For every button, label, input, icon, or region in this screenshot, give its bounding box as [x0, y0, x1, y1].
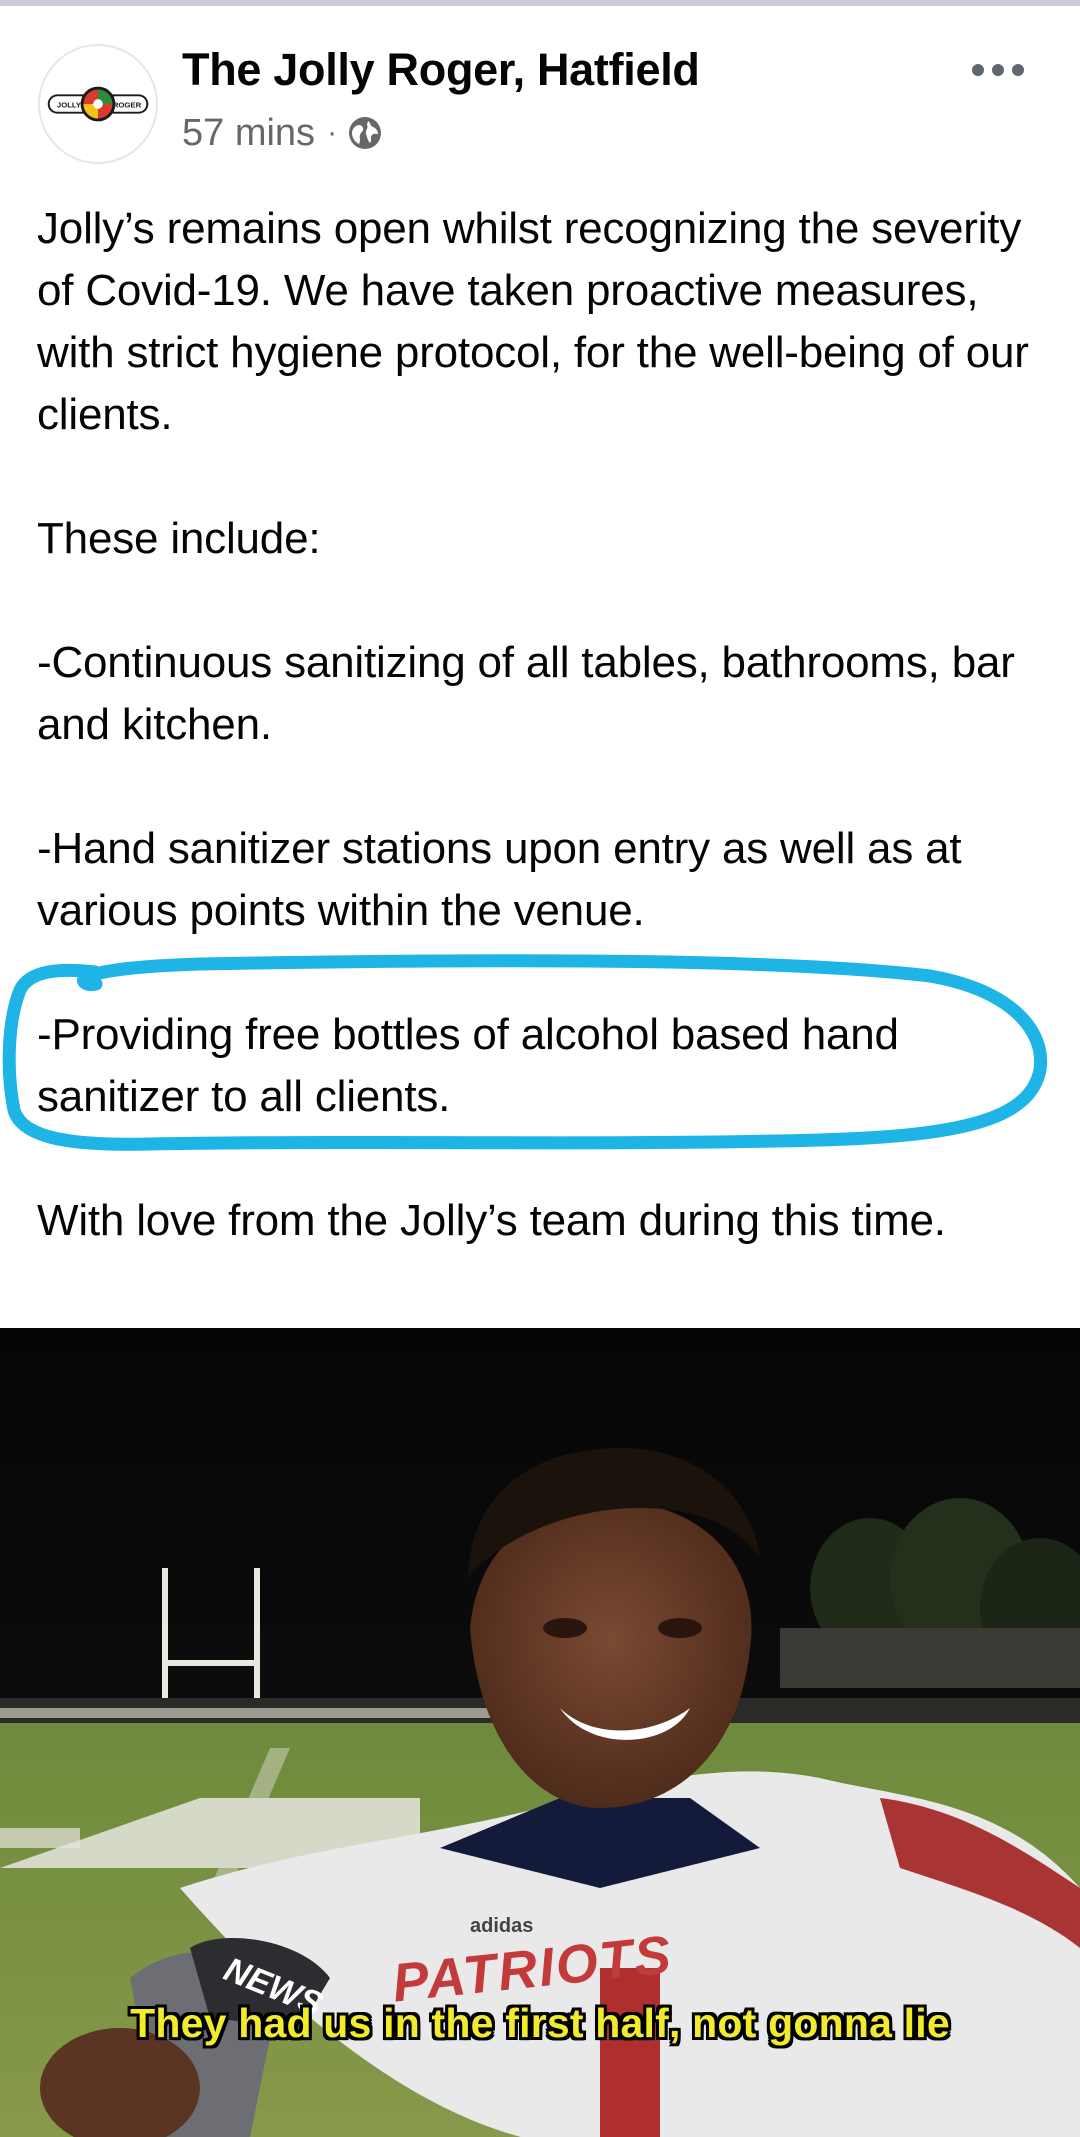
jolly-roger-logo: JOLLY ROGER — [47, 86, 149, 122]
globe-icon[interactable] — [347, 115, 383, 151]
jersey-brand-text: adidas — [470, 1915, 534, 1937]
post-timestamp[interactable]: 57 mins — [182, 112, 315, 155]
post-meta: 57 mins · — [182, 108, 383, 158]
post-paragraph-list-heading: These include: — [37, 514, 321, 563]
post-paragraph-intro: Jolly’s remains open whilst recognizing … — [37, 204, 1029, 439]
more-options-button[interactable] — [968, 58, 1028, 82]
meme-image[interactable]: adidas PATRIOTS NEWS They had us in the … — [0, 1328, 1080, 2137]
logo-right-text: ROGER — [113, 100, 142, 109]
post-paragraph-item-1: -Continuous sanitizing of all tables, ba… — [37, 638, 1015, 749]
logo-left-text: JOLLY — [57, 100, 82, 109]
page-name-link[interactable]: The Jolly Roger, Hatfield — [182, 44, 700, 96]
post-paragraph-item-2: -Hand sanitizer stations upon entry as w… — [37, 824, 962, 935]
meta-separator: · — [327, 116, 338, 149]
more-horizontal-icon — [972, 64, 984, 76]
meme-caption: They had us in the first half, not gonna… — [130, 2000, 950, 2046]
page-avatar[interactable]: JOLLY ROGER — [38, 44, 158, 164]
post-header: JOLLY ROGER The Jolly Roger, Hatfield 57… — [0, 6, 1080, 176]
post-paragraph-item-3: -Providing free bottles of alcohol based… — [37, 1010, 899, 1121]
post-paragraph-closing: With love from the Jolly’s team during t… — [37, 1196, 946, 1245]
